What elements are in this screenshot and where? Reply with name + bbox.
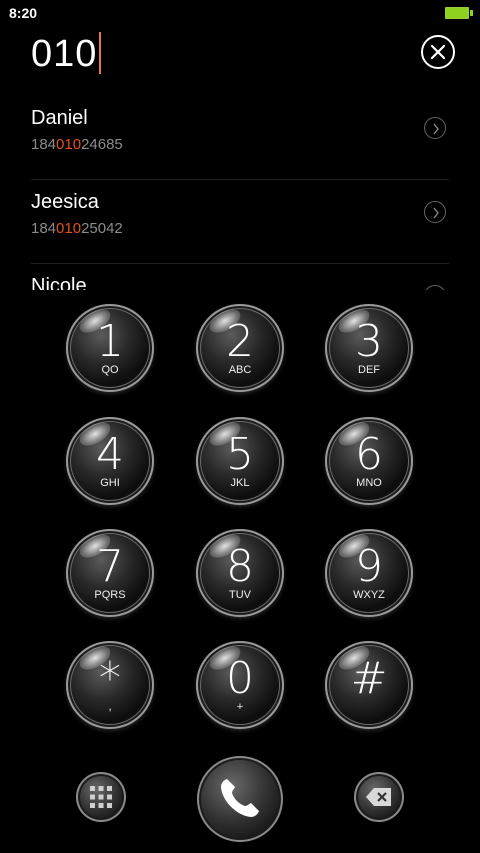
key-2[interactable]: 2 ABC [196, 304, 284, 392]
call-button[interactable] [197, 756, 283, 842]
phone-icon [221, 779, 259, 817]
key-3[interactable]: 3 DEF [325, 304, 413, 392]
battery-icon [445, 7, 473, 19]
dial-number-value: 010 [31, 33, 98, 75]
contact-detail-chevron-icon[interactable] [424, 117, 446, 139]
contact-number: 18401024685 [31, 136, 123, 153]
contact-number: 18401025042 [31, 220, 123, 237]
key-7[interactable]: 7 PQRS [66, 529, 154, 617]
clear-input-button[interactable] [421, 35, 455, 69]
contact-detail-chevron-icon[interactable] [424, 285, 446, 290]
contact-name: Nicole [31, 275, 87, 290]
contact-row[interactable]: Daniel 18401024685 [31, 96, 449, 180]
key-6[interactable]: 6 MNO [325, 417, 413, 505]
contact-name: Daniel [31, 107, 88, 129]
key-1[interactable]: 1 QO [66, 304, 154, 392]
contact-row[interactable]: Jeesica 18401025042 [31, 180, 449, 264]
key-star[interactable]: *, [66, 641, 154, 729]
contact-row[interactable]: Nicole [31, 264, 449, 290]
dial-number-display[interactable]: 010 [31, 32, 102, 76]
key-4[interactable]: 4 GHI [66, 417, 154, 505]
contact-name: Jeesica [31, 191, 99, 213]
key-8[interactable]: 8 TUV [196, 529, 284, 617]
status-time: 8:20 [9, 5, 38, 21]
key-0[interactable]: 0 + [196, 641, 284, 729]
status-bar: 8:20 [0, 0, 480, 26]
key-5[interactable]: 5 JKL [196, 417, 284, 505]
close-icon [431, 45, 445, 59]
key-hash[interactable]: # [325, 641, 413, 729]
contact-suggestion-list[interactable]: Daniel 18401024685 Jeesica 18401025042 N… [0, 96, 480, 290]
backspace-icon [366, 788, 391, 806]
backspace-button[interactable] [354, 772, 404, 822]
keypad-toggle-button[interactable] [76, 772, 126, 822]
grid-icon [90, 786, 112, 808]
contact-detail-chevron-icon[interactable] [424, 201, 446, 223]
text-cursor [99, 32, 102, 74]
key-9[interactable]: 9 WXYZ [325, 529, 413, 617]
